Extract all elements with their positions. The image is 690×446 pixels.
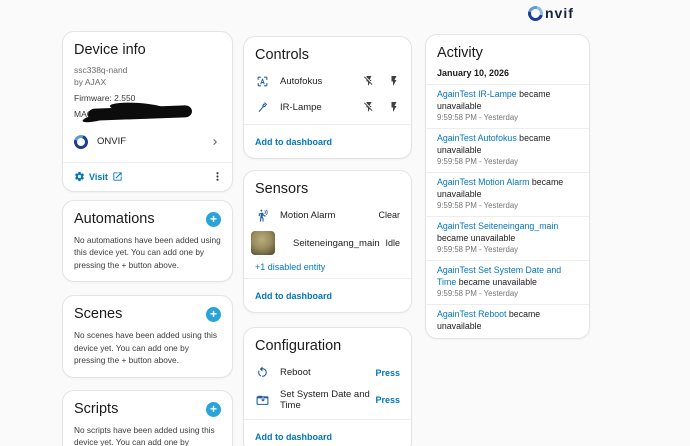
sensors-card: Sensors Motion Alarm Clear Seiteneingang…	[243, 170, 412, 313]
activity-title: Activity	[437, 45, 483, 61]
entity-row-motion-alarm[interactable]: Motion Alarm Clear	[244, 202, 411, 228]
activity-card: Activity January 10, 2026 AgainTest IR-L…	[425, 34, 590, 339]
log-entry[interactable]: AgainTest Reboot became unavailable	[426, 304, 589, 338]
turn-on-icon[interactable]	[388, 75, 400, 87]
log-entry[interactable]: AgainTest Set System Date and Time becam…	[426, 260, 589, 304]
integration-name: ONVIF	[97, 136, 127, 147]
log-timestamp: 9:59:58 PM - Yesterday	[437, 245, 519, 254]
gear-icon	[74, 171, 85, 182]
log-timestamp: 9:59:58 PM - Yesterday	[437, 113, 519, 122]
device-model: ssc338q-nand	[74, 65, 128, 75]
automations-title: Automations	[74, 210, 155, 227]
device-mac: MAC	[74, 104, 221, 124]
log-message: became unavailable	[458, 276, 537, 287]
scripts-card: Scripts + No scripts have been added usi…	[62, 389, 233, 446]
turn-on-icon[interactable]	[388, 101, 400, 113]
press-button[interactable]: Press	[375, 368, 400, 378]
device-manufacturer: by AJAX	[74, 76, 107, 87]
autofocus-icon	[255, 75, 270, 88]
entity-label: IR-Lampe	[280, 101, 322, 113]
log-entity-link[interactable]: AgainTest Reboot	[437, 309, 506, 319]
mac-redaction-scribble	[87, 104, 193, 121]
visit-link[interactable]: Visit	[74, 171, 123, 182]
entity-label: Motion Alarm	[280, 209, 336, 221]
turn-off-icon[interactable]	[363, 75, 375, 87]
chevron-right-icon	[209, 136, 221, 148]
entity-row-autofokus[interactable]: Autofokus	[244, 68, 411, 94]
integration-row-onvif[interactable]: ONVIF	[71, 129, 221, 155]
automations-card: Automations + No automations have been a…	[62, 199, 233, 282]
log-entity-link[interactable]: AgainTest Seiteneingang_main	[437, 221, 558, 231]
entity-row-reboot[interactable]: Reboot Press	[244, 359, 411, 386]
onvif-logo-text: nvif	[545, 5, 574, 21]
device-firmware: Firmware: 2.550	[74, 93, 136, 103]
log-entity-link[interactable]: AgainTest Motion Alarm	[437, 177, 529, 187]
onvif-logo: nvif	[525, 2, 574, 24]
entity-label: Seiteneingang_main	[293, 237, 380, 249]
entity-row-set-system-date[interactable]: Set System Date and Time Press	[244, 386, 411, 413]
scenes-title: Scenes	[74, 306, 123, 322]
restart-icon	[255, 366, 270, 379]
onvif-integration-icon	[71, 132, 91, 151]
scenes-empty-text: No scenes have been added using this dev…	[74, 330, 217, 365]
automations-empty-text: No automations have been added using thi…	[74, 234, 221, 270]
scripts-empty-text: No scripts have been added using this de…	[74, 424, 215, 446]
log-entry[interactable]: AgainTest Seiteneingang_main became unav…	[426, 216, 589, 260]
overflow-menu-icon[interactable]	[211, 170, 224, 183]
controls-card: Controls Autofokus IR-Lampe Add to dashb…	[243, 36, 412, 159]
visit-label: Visit	[89, 171, 108, 182]
log-message: became unavailable	[437, 232, 516, 243]
entity-row-seiteneingang[interactable]: Seiteneingang_main Idle	[244, 228, 411, 258]
scenes-card: Scenes + No scenes have been added using…	[62, 295, 233, 378]
log-entry[interactable]: AgainTest Autofokus became unavailable 9…	[426, 128, 589, 172]
add-to-dashboard-link[interactable]: Add to dashboard	[255, 137, 332, 147]
disabled-entities-link[interactable]: +1 disabled entity	[244, 258, 411, 278]
add-to-dashboard-link[interactable]: Add to dashboard	[255, 291, 332, 301]
entity-label: Autofokus	[280, 75, 323, 87]
log-entity-link[interactable]: AgainTest Autofokus	[437, 133, 517, 143]
configuration-card: Configuration Reboot Press Set System Da…	[243, 327, 412, 446]
log-timestamp: 9:59:58 PM - Yesterday	[437, 157, 519, 166]
add-automation-button[interactable]: +	[206, 211, 221, 227]
device-info-title: Device info	[74, 42, 146, 58]
add-script-button[interactable]: +	[206, 401, 221, 417]
press-button[interactable]: Press	[375, 395, 400, 405]
log-entry[interactable]: AgainTest IR-Lampe became unavailable 9:…	[426, 84, 589, 128]
motion-sensor-icon	[255, 209, 270, 222]
log-timestamp: 9:59:58 PM - Yesterday	[437, 289, 519, 298]
entity-label: Reboot	[280, 367, 311, 378]
flashlight-icon	[255, 101, 270, 114]
sensors-title: Sensors	[255, 181, 309, 197]
turn-off-icon[interactable]	[363, 101, 375, 113]
add-scene-button[interactable]: +	[206, 307, 221, 322]
add-to-dashboard-link[interactable]: Add to dashboard	[255, 432, 332, 442]
open-in-new-icon	[112, 171, 123, 182]
entity-row-ir-lampe[interactable]: IR-Lampe	[244, 94, 411, 120]
scripts-title: Scripts	[74, 400, 119, 417]
camera-thumbnail	[251, 231, 283, 255]
entity-label: Set System Date and Time	[280, 388, 370, 411]
device-info-card: Device info ssc338q-nand by AJAX Firmwar…	[62, 31, 233, 192]
activity-date-header: January 10, 2026	[437, 68, 510, 78]
configuration-title: Configuration	[255, 338, 342, 354]
system-date-icon	[255, 393, 270, 406]
log-timestamp: 9:59:58 PM - Yesterday	[437, 201, 519, 210]
log-entry[interactable]: AgainTest Motion Alarm became unavailabl…	[426, 172, 589, 216]
entity-state: Idle	[385, 238, 400, 248]
onvif-logo-icon	[525, 2, 546, 24]
log-entity-link[interactable]: AgainTest IR-Lampe	[437, 89, 517, 99]
controls-title: Controls	[255, 47, 309, 63]
entity-state: Clear	[378, 210, 400, 220]
